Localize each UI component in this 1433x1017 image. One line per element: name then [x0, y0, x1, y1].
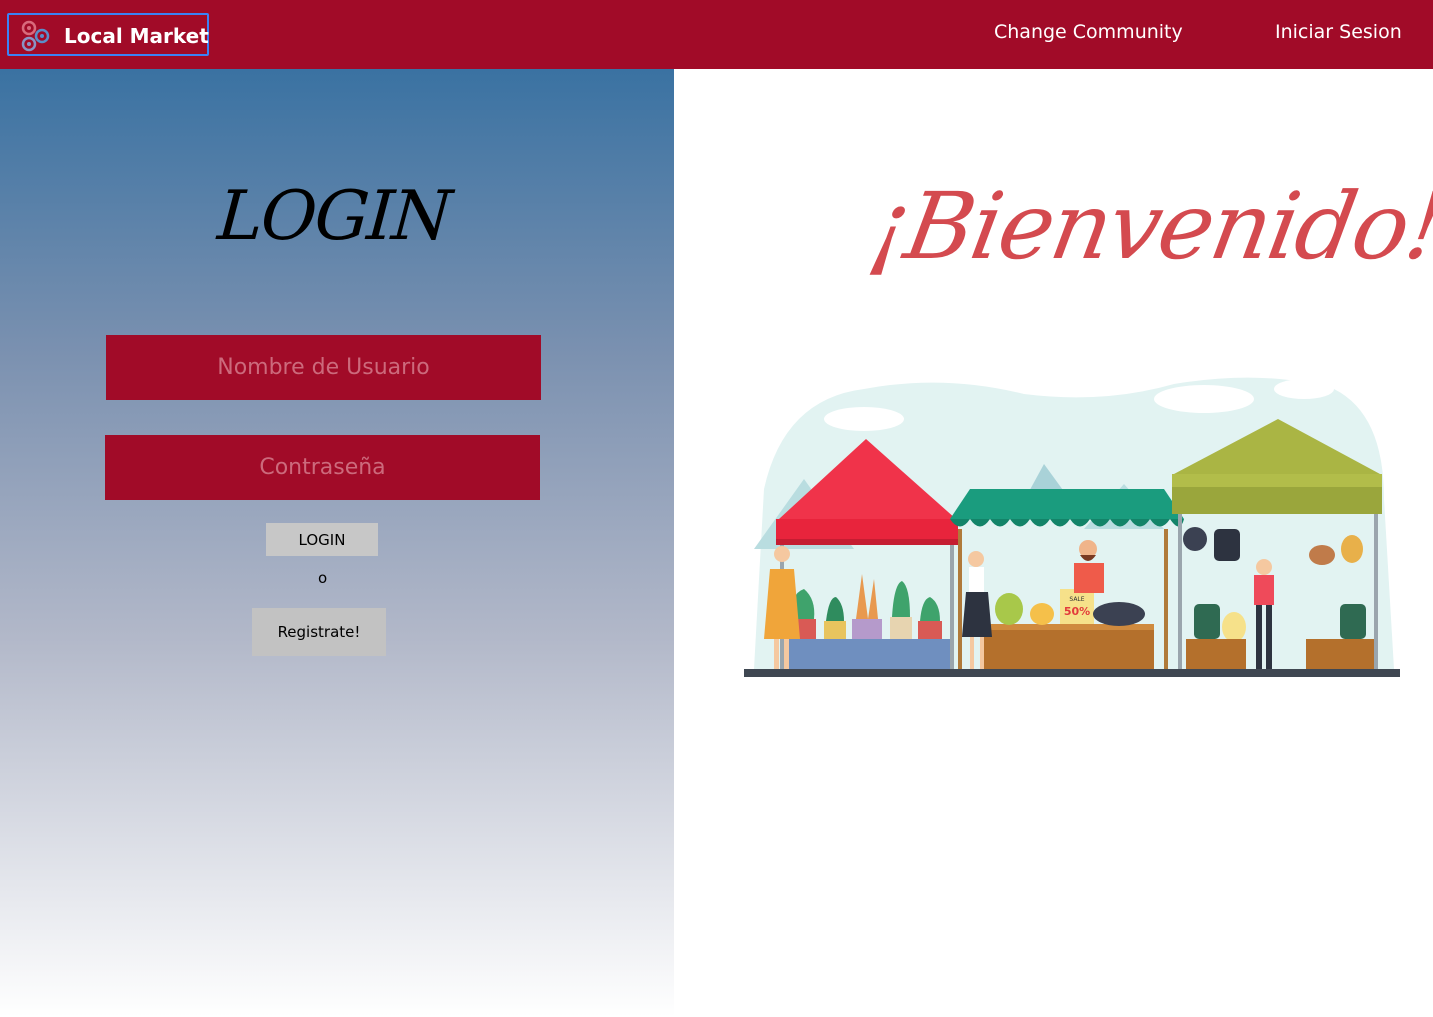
register-button[interactable]: Registrate! — [252, 608, 386, 656]
login-panel: LOGIN LOGIN o Registrate! — [0, 69, 674, 1017]
iniciar-sesion-link[interactable]: Iniciar Sesion — [1275, 21, 1402, 43]
login-heading: LOGIN — [215, 177, 453, 256]
sale-tag-label: SALE — [1069, 596, 1084, 603]
local-market-logo-icon — [21, 20, 50, 52]
password-input[interactable] — [105, 435, 540, 500]
brand-name: Local Market — [64, 24, 209, 48]
sale-tag-value: 50% — [1064, 605, 1090, 618]
or-separator: o — [318, 569, 328, 587]
top-navbar: Local Market Change Community Iniciar Se… — [0, 0, 1433, 69]
market-illustration: SALE 50% — [744, 377, 1400, 677]
login-button[interactable]: LOGIN — [266, 523, 378, 556]
brand-home-link[interactable]: Local Market — [7, 13, 209, 56]
username-input[interactable] — [106, 335, 541, 400]
change-community-link[interactable]: Change Community — [994, 21, 1183, 43]
welcome-panel: ¡Bienvenido! SALE 50% — [674, 69, 1433, 1017]
welcome-heading: ¡Bienvenido! — [862, 173, 1433, 280]
